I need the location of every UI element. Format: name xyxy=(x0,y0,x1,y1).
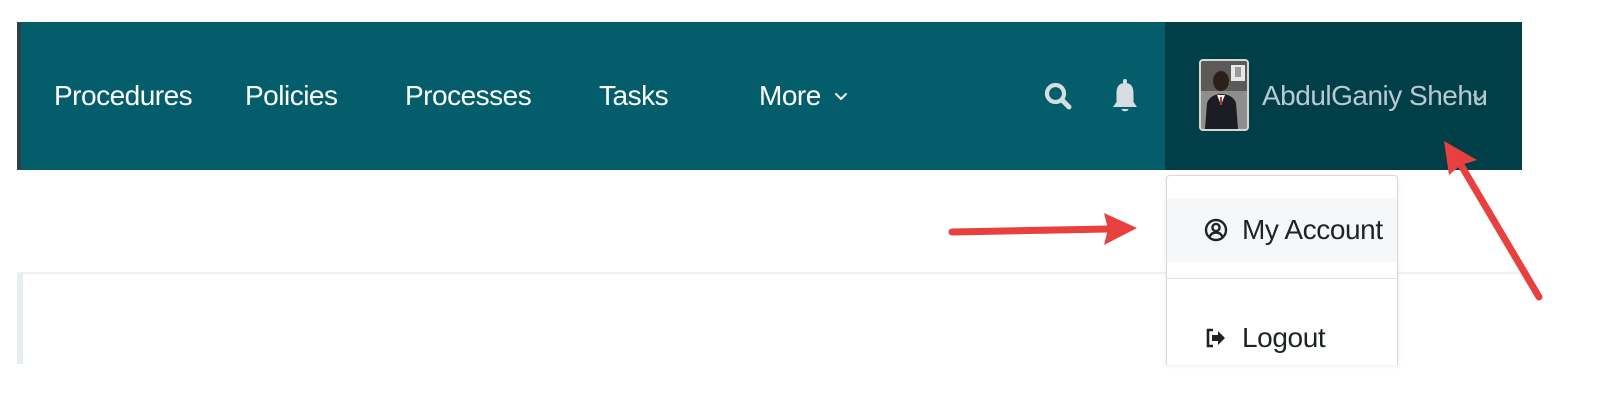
chevron-down-icon xyxy=(834,93,847,100)
nav-item-tasks[interactable]: Tasks xyxy=(599,22,669,170)
nav-item-label: Policies xyxy=(245,80,338,111)
nav-item-procedures[interactable]: Procedures xyxy=(54,22,193,170)
user-circle-icon xyxy=(1204,218,1228,242)
search-button[interactable] xyxy=(1043,22,1073,170)
menu-item-label: My Account xyxy=(1242,214,1383,245)
app-screen: Procedures Policies Processes Tasks More xyxy=(0,0,1600,415)
user-photo-icon xyxy=(1201,61,1247,129)
menu-item-label: Logout xyxy=(1242,322,1326,353)
user-name: AbdulGaniy Shehu xyxy=(1262,80,1488,111)
arrow-to-my-account xyxy=(948,213,1137,245)
user-menu-toggle[interactable]: AbdulGaniy Shehu xyxy=(1165,22,1522,170)
content-panel-edge xyxy=(17,274,23,364)
nav-item-label: More xyxy=(759,80,821,111)
menu-divider xyxy=(1167,278,1397,279)
search-icon xyxy=(1044,82,1072,110)
logout-icon xyxy=(1206,328,1225,348)
nav-item-processes[interactable]: Processes xyxy=(405,22,532,170)
bell-icon xyxy=(1113,79,1137,112)
top-navbar: Procedures Policies Processes Tasks More xyxy=(17,22,1522,170)
nav-item-label: Processes xyxy=(405,80,532,111)
nav-item-policies[interactable]: Policies xyxy=(245,22,338,170)
my-account-menu-item[interactable]: My Account xyxy=(1167,198,1397,262)
avatar xyxy=(1199,59,1249,131)
nav-item-label: Tasks xyxy=(599,80,669,111)
logout-menu-item[interactable]: Logout xyxy=(1167,306,1397,365)
user-dropdown-menu: My Account Logout xyxy=(1166,175,1398,365)
chevron-down-icon xyxy=(1473,94,1485,101)
nav-item-label: Procedures xyxy=(54,80,193,111)
nav-item-more[interactable]: More xyxy=(759,22,849,170)
notifications-button[interactable] xyxy=(1111,22,1139,170)
